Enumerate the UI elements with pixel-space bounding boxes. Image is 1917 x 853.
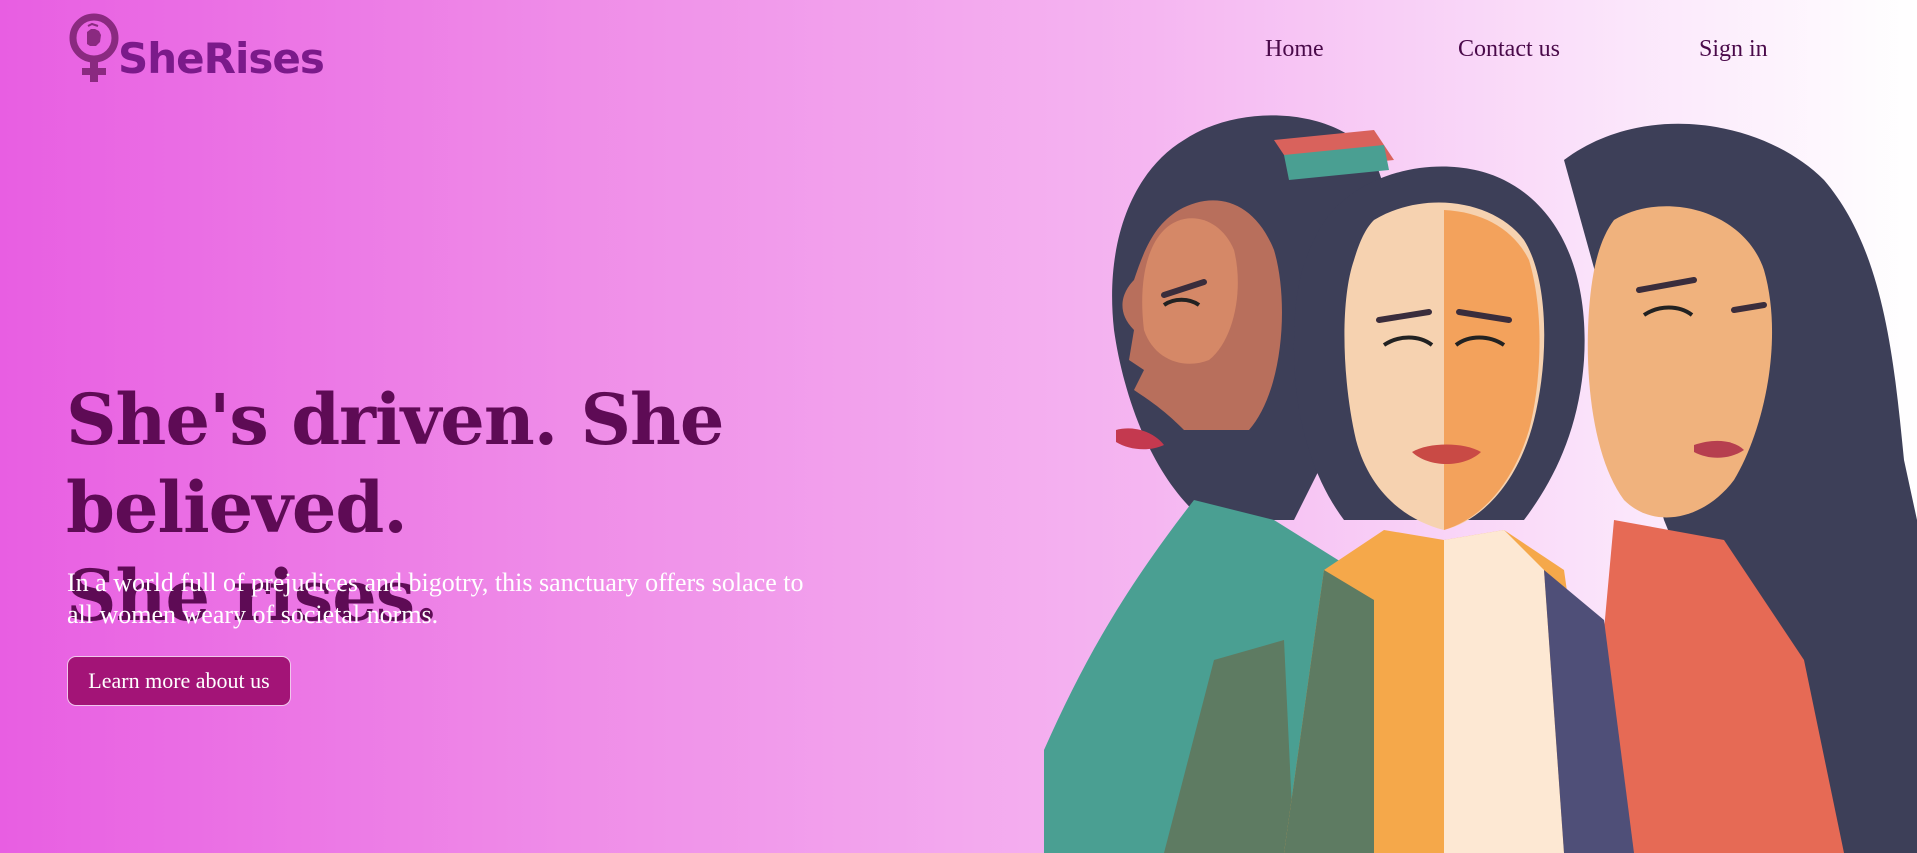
three-women-illustration (1044, 115, 1917, 853)
nav-contact-link[interactable]: Contact us (1458, 36, 1560, 63)
center-woman-figure (1284, 166, 1634, 853)
learn-more-button[interactable]: Learn more about us (67, 656, 291, 706)
top-nav: Home Contact us Sign in (0, 36, 1917, 66)
nav-home-link[interactable]: Home (1265, 36, 1324, 63)
hero-description: In a world full of prejudices and bigotr… (67, 568, 804, 629)
nav-signin-link[interactable]: Sign in (1699, 36, 1768, 63)
hero-title-line-1: She's driven. She believed. (66, 378, 724, 549)
